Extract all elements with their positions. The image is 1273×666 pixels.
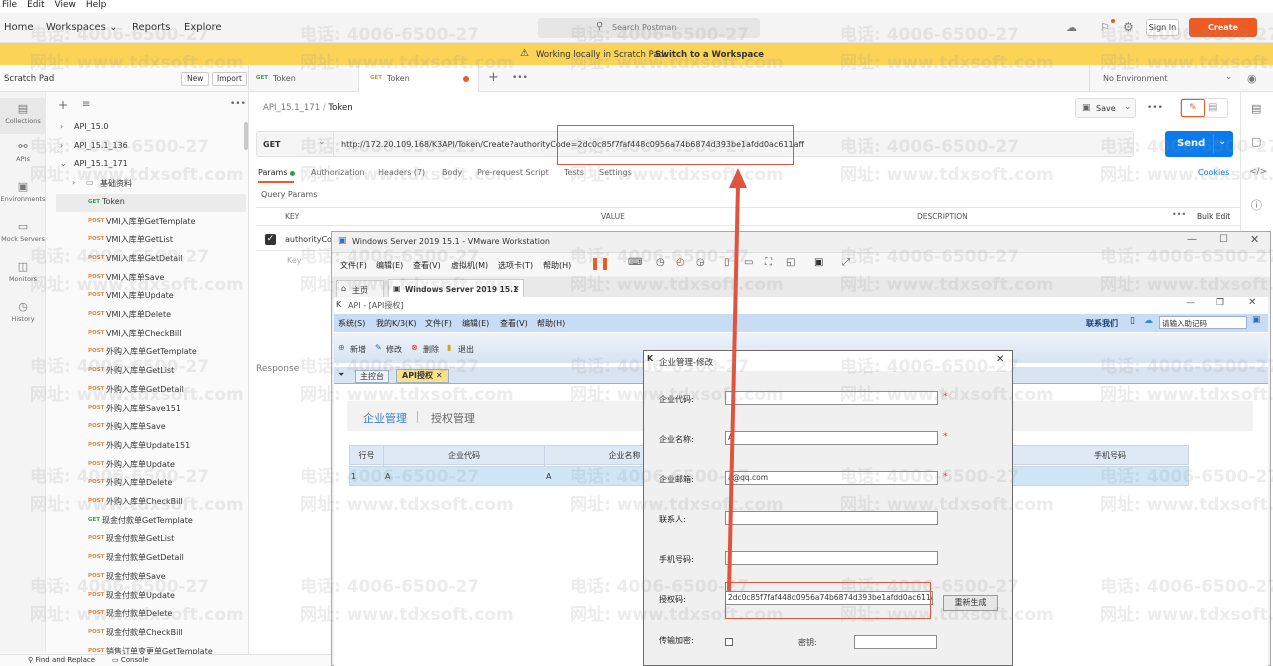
- annotation-arrow: [727, 168, 747, 593]
- arrow-shaft: [727, 184, 740, 593]
- arrow-head: [729, 168, 747, 188]
